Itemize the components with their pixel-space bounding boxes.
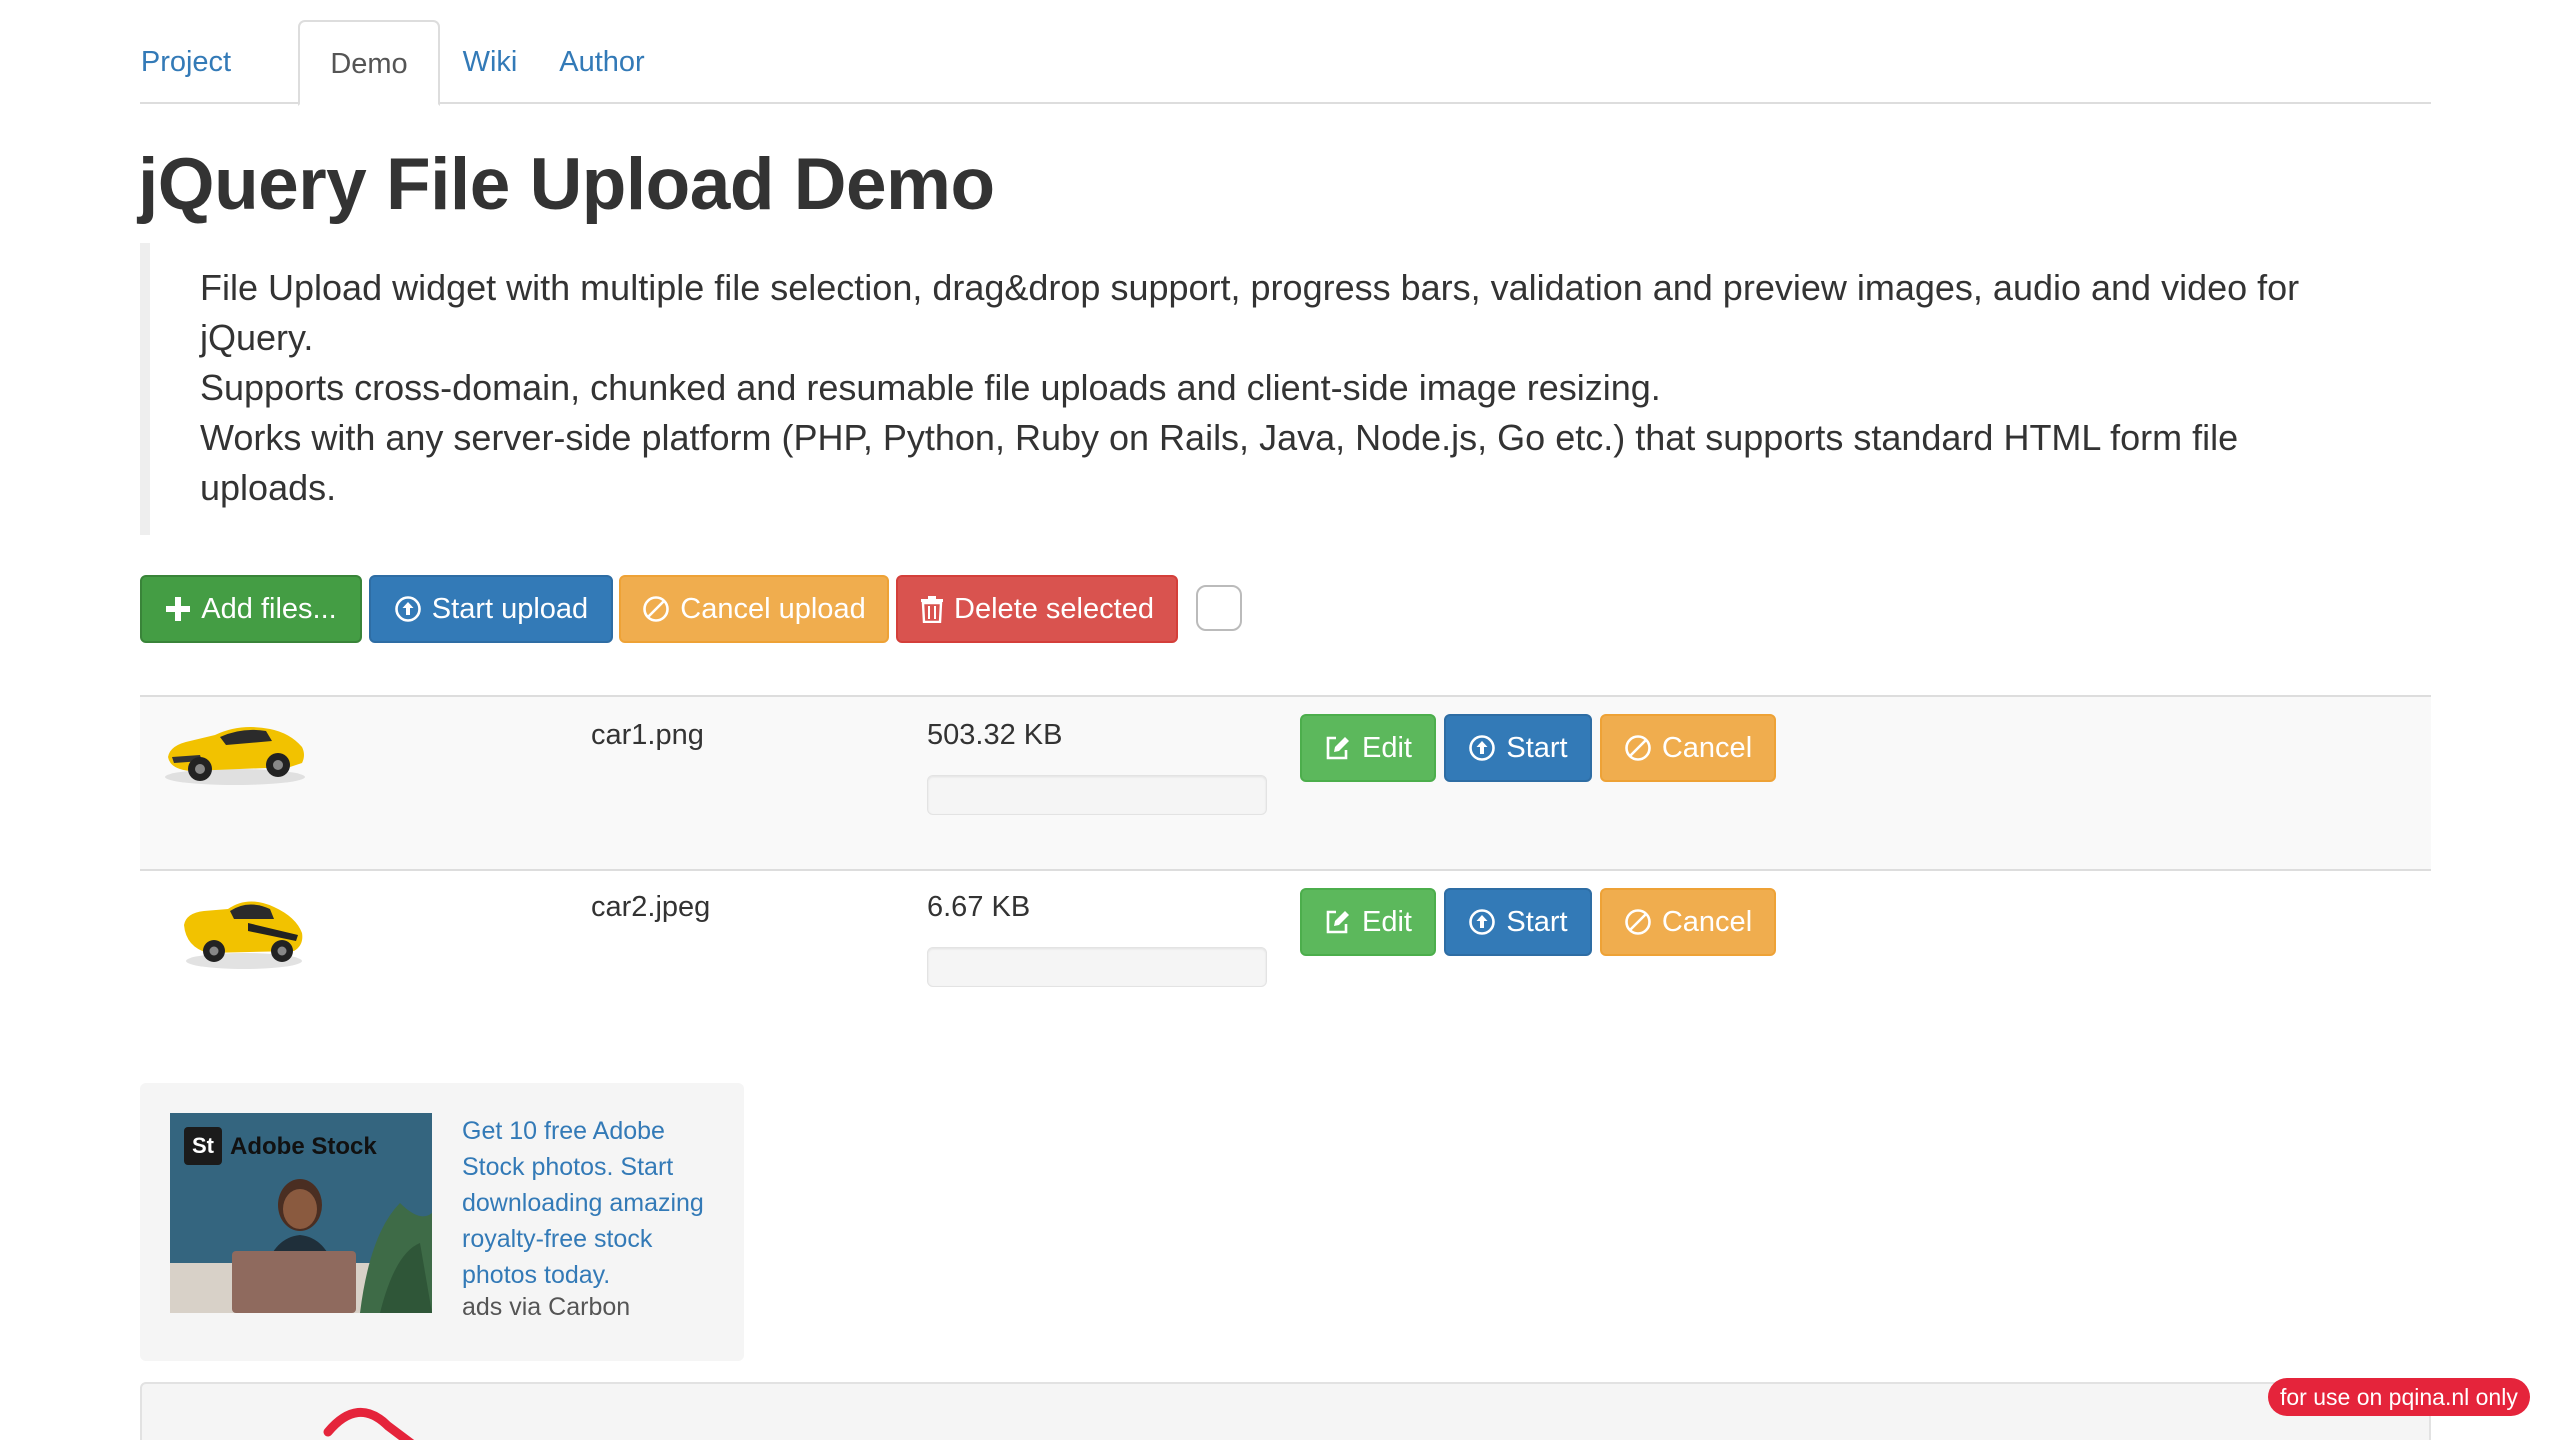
cancel-label: Cancel [1661,731,1753,764]
edit-icon [1324,908,1352,936]
delete-selected-button[interactable]: Delete selected [896,575,1178,643]
file-size: 6.67 KB [927,891,1031,923]
edit-button[interactable]: Edit [1300,714,1436,782]
start-button[interactable]: Start [1444,888,1592,956]
description-blockquote: File Upload widget with multiple file se… [140,243,2380,535]
description-line-3: Works with any server-side platform (PHP… [200,417,2239,508]
tab-demo[interactable]: Demo [298,20,440,106]
page: Project Demo Wiki Author jQuery File Upl… [0,0,2560,1440]
pintura-license-badge: for use on pqina.nl only [2268,1378,2530,1416]
edit-label: Edit [1362,905,1412,938]
ads-via-carbon[interactable]: ads via Carbon [462,1293,630,1322]
upload-circle-icon [1468,734,1496,762]
add-files-button[interactable]: Add files... [140,575,362,643]
plus-icon [165,596,191,622]
description-line-1: File Upload widget with multiple file se… [200,267,2300,358]
pintura-logo-icon [168,1396,468,1440]
tab-project[interactable]: Project [140,20,232,104]
edit-button[interactable]: Edit [1300,888,1436,956]
nav-tabs: Project Demo Wiki Author [140,20,2431,106]
ban-icon [1624,734,1652,762]
start-button[interactable]: Start [1444,714,1592,782]
upload-progress-bar [927,947,1267,987]
add-files-label: Add files... [201,592,337,625]
delete-selected-label: Delete selected [954,592,1154,625]
trash-icon [920,595,944,623]
start-upload-button[interactable]: Start upload [369,575,613,643]
ad-link-text[interactable]: Get 10 free Adobe Stock photos. Start do… [462,1113,722,1293]
edit-icon [1324,734,1352,762]
description-line-2: Supports cross-domain, chunked and resum… [200,367,1661,408]
file-row: car1.png 503.32 KB Edit Start Cancel [140,695,2431,871]
ban-icon [642,595,670,623]
yellow-car-thumbnail-icon [160,711,310,796]
adobe-stock-ad-image[interactable]: St Adobe Stock [170,1113,432,1313]
pintura-panel [140,1382,2431,1440]
start-upload-label: Start upload [431,592,589,625]
tab-wiki[interactable]: Wiki [456,20,524,104]
adobe-stock-brand: Adobe Stock [230,1133,377,1160]
yellow-car-thumbnail-icon [178,885,308,980]
upload-circle-icon [394,595,422,623]
cancel-label: Cancel [1661,905,1753,938]
file-name: car1.png [591,719,704,751]
cancel-upload-label: Cancel upload [680,592,866,625]
carbon-ad: St Adobe Stock Get 10 free Adobe Stock p… [140,1083,744,1361]
adobe-stock-logo-mark: St [192,1133,214,1158]
tab-author[interactable]: Author [552,20,652,104]
file-row: car2.jpeg 6.67 KB Edit Start Cancel [140,871,2431,1021]
start-label: Start [1506,905,1568,938]
cancel-button[interactable]: Cancel [1600,888,1776,956]
edit-label: Edit [1362,731,1412,764]
page-title: jQuery File Upload Demo [138,144,995,225]
start-label: Start [1506,731,1568,764]
file-size: 503.32 KB [927,719,1063,751]
select-all-checkbox[interactable] [1196,585,1242,631]
upload-circle-icon [1468,908,1496,936]
upload-progress-bar [927,775,1267,815]
cancel-button[interactable]: Cancel [1600,714,1776,782]
ban-icon [1624,908,1652,936]
cancel-upload-button[interactable]: Cancel upload [619,575,889,643]
file-name: car2.jpeg [591,891,711,923]
